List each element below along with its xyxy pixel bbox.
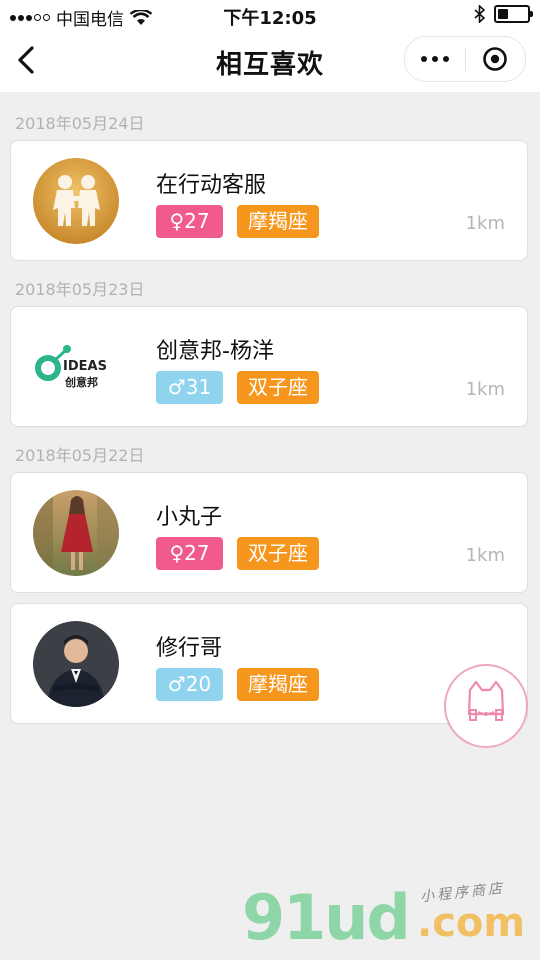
avatar[interactable] (33, 490, 119, 576)
man-suit-image (33, 621, 119, 707)
match-card[interactable]: 小丸子 ♀27 双子座 1km (10, 472, 528, 593)
gender-age-badge: ♀27 (156, 205, 223, 238)
distance-label: 1km (465, 379, 505, 400)
status-right (474, 5, 533, 23)
watermark-domain: .com (417, 900, 526, 946)
distance-label: 1km (465, 545, 505, 566)
status-time: 下午12:05 (223, 8, 317, 29)
cat-float-button[interactable] (444, 664, 528, 748)
bluetooth-icon (474, 5, 486, 23)
user-name: 修行哥 (156, 636, 223, 661)
match-card[interactable]: 在行动客服 ♀27 摩羯座 1km (10, 140, 528, 261)
logo-subtext: 创意邦 (65, 376, 98, 389)
zodiac-badge: 双子座 (237, 371, 319, 404)
gender-age-badge: ♂31 (156, 371, 223, 404)
close-miniprogram-icon[interactable] (465, 37, 525, 81)
zodiac-badge: 摩羯座 (237, 668, 319, 701)
miniprogram-capsule (404, 36, 526, 82)
age-value: 27 (184, 541, 210, 565)
zodiac-badge: 双子座 (237, 537, 319, 570)
woman-red-dress-image (33, 490, 119, 576)
battery-icon (494, 5, 533, 23)
avatar[interactable]: IDEAS 创意邦 (33, 324, 119, 410)
female-icon: ♀ (169, 209, 185, 233)
status-bar: 中国电信 下午12:05 (0, 0, 540, 30)
watermark: 91ud .com 小程序商店 (242, 878, 532, 960)
user-name: 创意邦-杨洋 (156, 339, 274, 364)
date-header: 2018年05月24日 (15, 114, 145, 133)
logo-text: IDEAS (63, 359, 107, 374)
nav-bar: 相互喜欢 (0, 30, 540, 92)
gender-age-badge: ♀27 (156, 537, 223, 570)
avatar[interactable] (33, 158, 119, 244)
gender-age-badge: ♂20 (156, 668, 223, 701)
user-name: 在行动客服 (156, 173, 267, 198)
more-options-icon[interactable] (405, 37, 465, 81)
date-header: 2018年05月23日 (15, 280, 145, 299)
date-header: 2018年05月22日 (15, 446, 145, 465)
paper-figures-image (33, 158, 119, 244)
distance-label: 1km (465, 213, 505, 234)
female-icon: ♀ (169, 541, 185, 565)
zodiac-badge: 摩羯座 (237, 205, 319, 238)
age-value: 27 (184, 209, 210, 233)
watermark-logo: 91ud (242, 881, 411, 954)
user-name: 小丸子 (156, 505, 223, 530)
age-value: 20 (185, 672, 212, 696)
cat-face-icon (467, 680, 505, 721)
match-card[interactable]: IDEAS 创意邦 创意邦-杨洋 ♂31 双子座 1km (10, 306, 528, 427)
male-icon: ♂ (167, 375, 186, 399)
age-value: 31 (185, 375, 212, 399)
avatar[interactable] (33, 621, 119, 707)
male-icon: ♂ (167, 672, 186, 696)
